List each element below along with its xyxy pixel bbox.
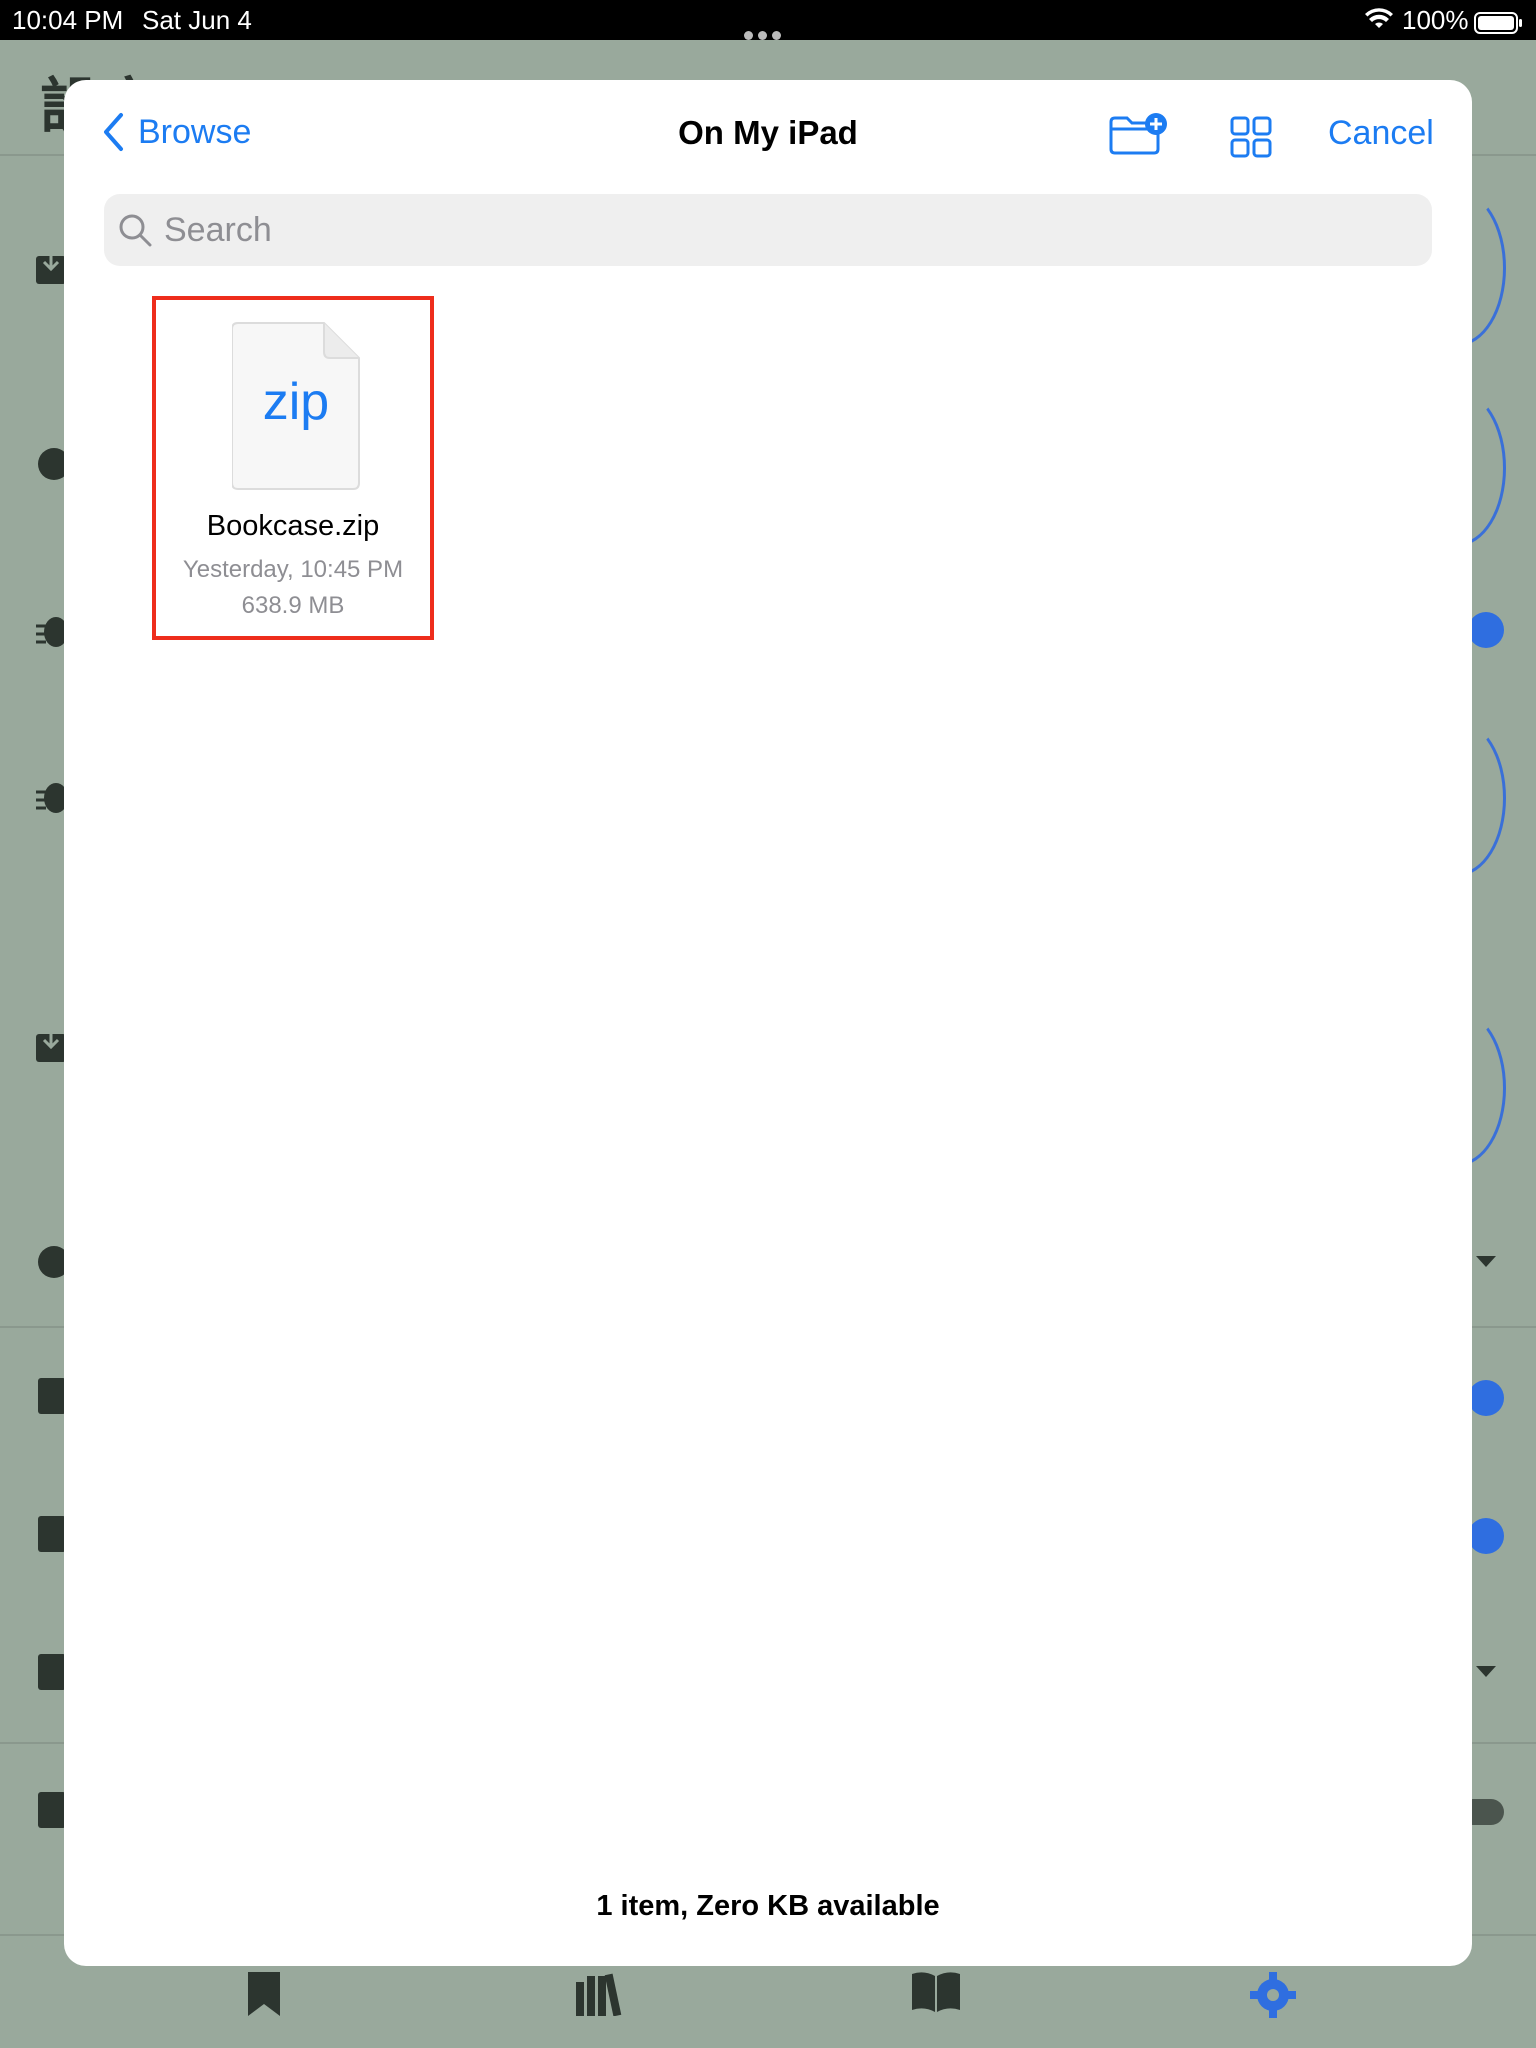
- document-icon: [38, 1792, 66, 1828]
- download-icon: [36, 1026, 66, 1062]
- file-item[interactable]: zip Bookcase.zip Yesterday, 10:45 PM 638…: [152, 296, 434, 640]
- book-icon: [912, 1972, 960, 2012]
- file-extension-label: zip: [262, 373, 330, 431]
- wifi-icon: [1364, 8, 1394, 39]
- new-folder-icon[interactable]: [1108, 112, 1168, 156]
- bug-icon: [36, 783, 66, 813]
- status-time: 10:04 PM: [12, 5, 124, 35]
- file-date: Yesterday, 10:45 PM: [182, 556, 404, 583]
- search-input[interactable]: [162, 209, 1366, 251]
- cancel-button[interactable]: Cancel: [1328, 114, 1434, 153]
- background-toggle-knob: [1468, 1518, 1504, 1554]
- bug-icon: [36, 617, 66, 647]
- grid-view-icon[interactable]: [1230, 116, 1272, 158]
- zip-file-icon: zip: [232, 322, 360, 490]
- document-icon: [38, 1516, 66, 1552]
- search-bar[interactable]: [104, 194, 1432, 266]
- battery-percent: 100%: [1402, 5, 1469, 35]
- chevron-down-icon: [1476, 1256, 1496, 1267]
- file-size: 638.9 MB: [241, 592, 345, 619]
- storage-status: 1 item, Zero KB available: [596, 1890, 940, 1922]
- status-date: Sat Jun 4: [142, 5, 252, 35]
- download-icon: [36, 248, 66, 284]
- library-icon: [576, 1973, 622, 2016]
- gear-icon: [1250, 1972, 1296, 2018]
- tab-bar: [0, 1968, 1536, 2048]
- file-name: Bookcase.zip: [206, 510, 380, 542]
- history-icon: [38, 448, 66, 480]
- chevron-down-icon: [1476, 1666, 1496, 1677]
- status-bar: 10:04 PM Sat Jun 4 100%: [0, 0, 1536, 40]
- document-icon: [38, 1378, 66, 1414]
- file-picker-modal: Browse On My iPad Cancel zip Bookcase.zi…: [64, 80, 1472, 1966]
- search-icon: [118, 213, 152, 247]
- background-toggle-knob: [1468, 1380, 1504, 1416]
- palette-icon: [38, 1246, 66, 1278]
- battery-icon: [1474, 10, 1524, 41]
- background-toggle-knob: [1468, 612, 1504, 648]
- bookmark-icon: [248, 1972, 280, 2016]
- document-icon: [38, 1654, 66, 1690]
